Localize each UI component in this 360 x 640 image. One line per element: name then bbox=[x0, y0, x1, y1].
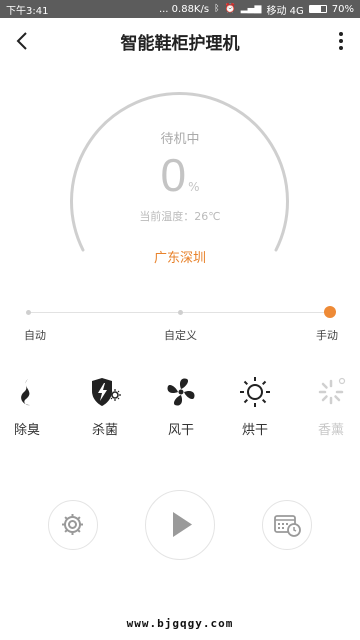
status-right: ... 0.88K/s ᛒ ⏰ ▂▄▆ 移动 4G 70% bbox=[159, 2, 354, 17]
page-title: 智能鞋柜护理机 bbox=[120, 33, 240, 54]
schedule-button[interactable] bbox=[262, 500, 312, 550]
device-state: 待机中 bbox=[160, 132, 200, 147]
function-heat-dry[interactable]: 烘干 bbox=[225, 375, 285, 438]
settings-gear-icon bbox=[62, 514, 83, 535]
start-button[interactable] bbox=[145, 490, 215, 560]
function-aroma[interactable]: 香薰 bbox=[301, 375, 360, 438]
progress-readout: 0% bbox=[0, 148, 360, 202]
sun-icon bbox=[240, 377, 270, 407]
battery-fill bbox=[309, 6, 321, 12]
status-bar: 下午3:41 ... 0.88K/s ᛒ ⏰ ▂▄▆ 移动 4G 70% bbox=[0, 0, 360, 18]
sterilize-shield-icon bbox=[92, 378, 121, 406]
slider-stop-auto[interactable] bbox=[26, 310, 31, 315]
function-sterilize[interactable]: 杀菌 bbox=[75, 375, 135, 438]
fan-icon bbox=[167, 378, 195, 406]
network-speed: ... 0.88K/s bbox=[158, 3, 210, 15]
deodorize-flame-icon bbox=[21, 379, 30, 406]
battery-icon bbox=[308, 5, 327, 13]
mode-label-manual[interactable]: 手动 bbox=[316, 327, 338, 343]
function-label: 除臭 bbox=[13, 423, 40, 438]
more-vertical-icon bbox=[339, 32, 343, 36]
progress-unit: % bbox=[188, 180, 200, 194]
function-label: 风干 bbox=[167, 423, 194, 438]
progress-gauge: 待机中 0% 当前温度：26℃ 广东深圳 bbox=[0, 64, 360, 274]
more-button[interactable] bbox=[334, 28, 348, 54]
mode-label-auto[interactable]: 自动 bbox=[24, 327, 46, 343]
chevron-left-icon bbox=[16, 32, 27, 50]
location-link[interactable]: 广东深圳 bbox=[0, 247, 360, 266]
mode-label-custom[interactable]: 自定义 bbox=[164, 327, 197, 343]
alarm-icon: ⏰ bbox=[224, 3, 236, 14]
settings-button[interactable] bbox=[48, 500, 98, 550]
current-temperature: 当前温度：26℃ bbox=[139, 210, 221, 223]
function-air-dry[interactable]: 风干 bbox=[151, 375, 211, 438]
aroma-icon bbox=[318, 377, 346, 405]
function-deodorize[interactable]: 除臭 bbox=[0, 375, 57, 438]
back-button[interactable] bbox=[10, 28, 36, 54]
function-label: 香薰 bbox=[317, 423, 344, 438]
function-label: 杀菌 bbox=[91, 423, 118, 438]
function-label: 烘干 bbox=[241, 423, 268, 438]
status-time: 下午3:41 bbox=[6, 5, 49, 17]
carrier-label: 移动 4G bbox=[266, 5, 304, 17]
header: 智能鞋柜护理机 bbox=[0, 18, 360, 64]
play-icon bbox=[173, 512, 192, 537]
more-dot bbox=[339, 46, 343, 50]
signal-icon: ▂▄▆ bbox=[240, 3, 262, 14]
function-row: 除臭 杀菌 风干 烘干 香薰 bbox=[0, 375, 360, 445]
slider-stop-custom[interactable] bbox=[178, 310, 183, 315]
progress-value: 0 bbox=[160, 149, 187, 201]
battery-percent: 70% bbox=[331, 3, 354, 15]
slider-knob[interactable] bbox=[324, 306, 336, 318]
watermark-url: www.bjgqgy.com bbox=[126, 617, 234, 630]
schedule-calendar-icon bbox=[274, 515, 301, 537]
bluetooth-icon: ᛒ bbox=[214, 3, 220, 14]
mode-slider[interactable]: 自动 自定义 手动 bbox=[20, 300, 340, 346]
more-dot bbox=[339, 39, 343, 43]
